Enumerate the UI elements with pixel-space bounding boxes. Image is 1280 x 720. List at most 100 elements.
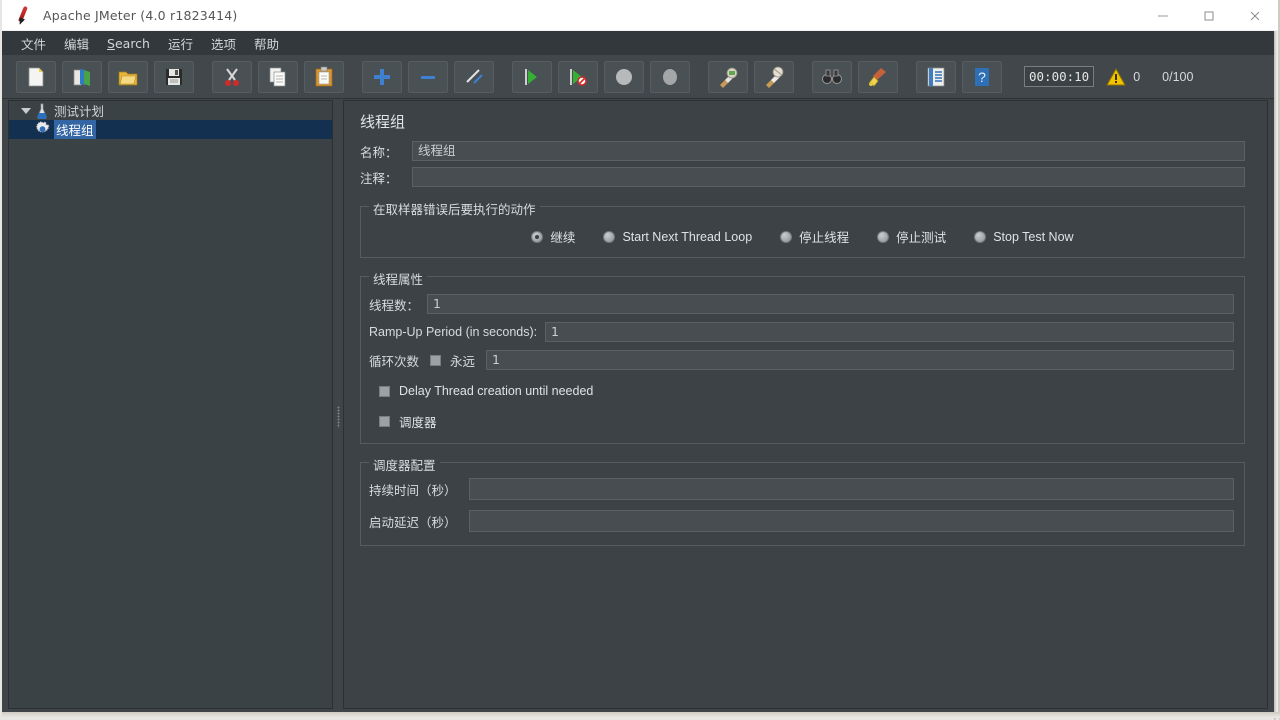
page-title: 线程组	[360, 113, 406, 131]
test-plan-icon	[33, 102, 51, 120]
help-icon: ?	[975, 67, 989, 86]
stop-icon	[616, 68, 632, 85]
radio-option-continue[interactable]: 继续	[531, 227, 575, 246]
radio-option-stop-test[interactable]: 停止测试	[877, 227, 946, 246]
maximize-button[interactable]	[1186, 0, 1232, 31]
toolbar-save-button[interactable]	[154, 60, 194, 93]
tree-node-label: 线程组	[54, 120, 96, 139]
toolbar: ? 00:00:10 0 0/100	[2, 55, 1278, 99]
save-icon	[166, 68, 182, 85]
loop-count-input[interactable]: 1	[486, 350, 1234, 370]
radio-option-stop-thread[interactable]: 停止线程	[780, 227, 849, 246]
menu-file[interactable]: 文件	[12, 31, 55, 56]
collapse-all-icon	[421, 75, 435, 79]
thread-group-gear-icon	[33, 121, 51, 139]
delay-thread-creation-row[interactable]: Delay Thread creation until needed	[369, 373, 1234, 403]
tree-node-test-plan[interactable]: 测试计划	[9, 101, 332, 120]
menu-search[interactable]: Search	[98, 33, 159, 54]
forever-checkbox[interactable]	[430, 354, 442, 366]
open-icon	[118, 71, 138, 85]
radio-label: Stop Test Now	[993, 229, 1074, 244]
menu-edit[interactable]: 编辑	[55, 31, 98, 56]
body-split-pane: 测试计划 线程组 线程组 名称： 线程组 注释： 在取样器错误后要执行的动作 继…	[2, 99, 1278, 716]
radio-label: Start Next Thread Loop	[622, 229, 753, 244]
num-threads-row: 线程数： 1	[369, 291, 1234, 317]
loop-count-label: 循环次数	[369, 354, 420, 369]
delay-thread-creation-label: Delay Thread creation until needed	[399, 384, 594, 398]
radio-button[interactable]	[603, 230, 616, 243]
test-plan-tree[interactable]: 测试计划 线程组	[8, 100, 333, 709]
toolbar-collapse-all-button[interactable]	[408, 60, 448, 93]
loop-count-row: 循环次数 永远 1	[369, 347, 1234, 373]
elapsed-timer: 00:00:10	[1024, 66, 1095, 87]
scheduler-config-legend: 调度器配置	[369, 455, 440, 474]
toolbar-clear-button[interactable]	[708, 60, 748, 93]
toolbar-start-button[interactable]	[512, 60, 552, 93]
warning-count: 0	[1133, 69, 1141, 84]
menu-run[interactable]: 运行	[159, 31, 202, 56]
scheduler-checkbox[interactable]	[379, 416, 390, 427]
toolbar-clear-all-button[interactable]	[754, 60, 794, 93]
toolbar-cut-button[interactable]	[212, 60, 252, 93]
num-threads-input[interactable]: 1	[427, 294, 1234, 314]
thread-properties-group: 线程属性 线程数： 1 Ramp-Up Period (in seconds):…	[360, 269, 1245, 444]
duration-input[interactable]	[469, 478, 1234, 500]
radio-button[interactable]	[974, 230, 987, 243]
title-bar: Apache JMeter (4.0 r1823414)	[2, 0, 1278, 31]
radio-option-stop-test-now[interactable]: Stop Test Now	[974, 229, 1074, 244]
toolbar-function-helper-button[interactable]	[916, 60, 956, 93]
on-sampler-error-group: 在取样器错误后要执行的动作 继续 Start Next Thread Loop …	[360, 199, 1245, 258]
comment-input[interactable]	[412, 167, 1245, 187]
start-no-pauses-icon	[570, 68, 587, 86]
radio-option-start-next-thread-loop[interactable]: Start Next Thread Loop	[603, 230, 752, 244]
cut-icon	[225, 67, 239, 86]
toolbar-expand-all-button[interactable]	[362, 60, 402, 93]
on-sampler-error-legend: 在取样器错误后要执行的动作	[369, 199, 540, 218]
minimize-button[interactable]	[1140, 0, 1186, 31]
duration-row: 持续时间（秒）	[369, 475, 1234, 503]
thread-properties-legend: 线程属性	[369, 269, 428, 288]
reset-search-icon	[869, 67, 886, 87]
expand-all-icon	[374, 68, 390, 85]
window-controls	[1140, 0, 1278, 31]
startup-delay-input[interactable]	[469, 510, 1234, 532]
toolbar-open-button[interactable]	[108, 60, 148, 93]
split-pane-divider[interactable]	[334, 100, 343, 709]
scheduler-row[interactable]: 调度器	[369, 403, 1234, 433]
ramp-up-label: Ramp-Up Period (in seconds):	[369, 325, 538, 339]
window-bottom-edge	[2, 712, 1280, 718]
on-sampler-error-radio-group: 继续 Start Next Thread Loop 停止线程 停止测试 Stop…	[371, 221, 1234, 250]
toolbar-reset-search-button[interactable]	[858, 60, 898, 93]
menu-help[interactable]: 帮助	[245, 31, 288, 56]
svg-text:?: ?	[978, 69, 986, 85]
maximize-icon	[1204, 11, 1214, 20]
comment-label: 注释：	[360, 171, 398, 186]
warning-indicator[interactable]: 0	[1106, 67, 1141, 86]
toolbar-toggle-button[interactable]	[454, 60, 494, 93]
toolbar-stop-button[interactable]	[604, 60, 644, 93]
tree-node-thread-group[interactable]: 线程组	[9, 120, 332, 139]
ramp-up-input[interactable]: 1	[545, 322, 1234, 342]
close-button[interactable]	[1232, 0, 1278, 31]
tree-node-label: 测试计划	[54, 105, 105, 119]
toolbar-start-no-pauses-button[interactable]	[558, 60, 598, 93]
scheduler-label: 调度器	[399, 416, 437, 430]
radio-button[interactable]	[780, 230, 793, 243]
comment-row: 注释：	[344, 164, 1267, 190]
radio-button[interactable]	[531, 230, 544, 243]
toolbar-search-button[interactable]	[812, 60, 852, 93]
toolbar-templates-button[interactable]	[62, 60, 102, 93]
clear-icon	[720, 67, 738, 88]
toolbar-shutdown-button[interactable]	[650, 60, 690, 93]
toolbar-help-button[interactable]: ?	[962, 60, 1002, 93]
toolbar-paste-button[interactable]	[304, 60, 344, 93]
toolbar-copy-button[interactable]	[258, 60, 298, 93]
radio-label: 停止线程	[799, 231, 850, 245]
menu-options[interactable]: 选项	[202, 31, 245, 56]
radio-button[interactable]	[877, 230, 890, 243]
name-input[interactable]: 线程组	[412, 141, 1245, 161]
tree-expand-toggle[interactable]	[19, 104, 33, 118]
delay-thread-creation-checkbox[interactable]	[379, 385, 390, 397]
templates-icon	[73, 68, 90, 86]
toolbar-new-button[interactable]	[16, 60, 56, 93]
